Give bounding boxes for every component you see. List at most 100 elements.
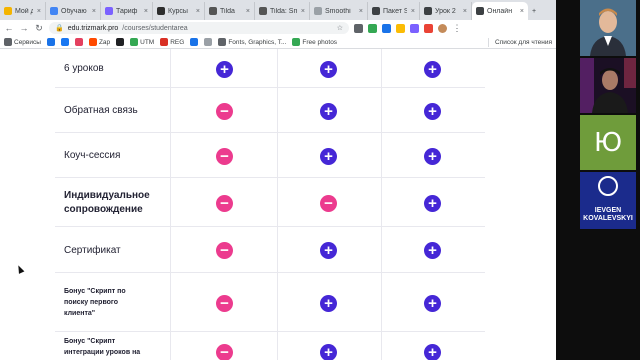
bookmark-label: Zap: [98, 38, 111, 46]
included-plus-icon: +: [424, 344, 441, 360]
included-plus-icon: +: [424, 103, 441, 120]
bookmark-label: Fonts, Graphics, T...: [228, 38, 287, 46]
feature-label: Обратная связь: [64, 105, 138, 116]
page-icon: [476, 7, 484, 15]
included-plus-icon: +: [424, 195, 441, 212]
close-tab-icon[interactable]: ×: [301, 8, 305, 15]
feature-label: Коуч-сессия: [64, 150, 121, 161]
bookmark-icon: [130, 38, 139, 46]
bookmark-item[interactable]: [204, 38, 213, 46]
bookmark-icon: [160, 38, 169, 46]
forward-icon[interactable]: →: [19, 23, 29, 33]
bookmark-item[interactable]: Free photos: [292, 38, 337, 46]
browser-tab[interactable]: Мой дис ×: [0, 2, 46, 20]
tab-title: Пакет S: [383, 7, 407, 15]
page-icon: [314, 7, 322, 15]
profile-avatar[interactable]: [438, 23, 447, 33]
browser-tab[interactable]: Smoothi ×: [310, 2, 368, 20]
page-icon: [372, 7, 380, 15]
extension-icon[interactable]: [410, 23, 419, 33]
menu-icon[interactable]: ⋮: [452, 23, 462, 34]
browser-tab[interactable]: Tilda: Sm ×: [255, 2, 310, 20]
extension-icon[interactable]: [368, 23, 377, 33]
close-tab-icon[interactable]: ×: [411, 8, 415, 15]
browser-tab[interactable]: Урок 2 ×: [420, 2, 472, 20]
star-icon[interactable]: ☆: [337, 24, 343, 32]
participant-tile[interactable]: Ю: [580, 115, 636, 170]
bookmark-item[interactable]: Сервисы: [4, 38, 41, 46]
bookmark-label: Free photos: [302, 38, 338, 46]
extension-icon[interactable]: [354, 23, 363, 33]
bookmark-item[interactable]: Fonts, Graphics, T...: [218, 38, 286, 46]
participant-camera-icon: [580, 58, 636, 113]
reload-icon[interactable]: ↻: [34, 23, 44, 34]
lock-icon: 🔒: [55, 25, 64, 32]
page-icon: [157, 7, 165, 15]
extension-icon[interactable]: [382, 23, 391, 33]
bookmark-label: REG: [170, 38, 185, 46]
close-tab-icon[interactable]: ×: [520, 8, 524, 15]
tab-title: Онлайн: [487, 7, 513, 15]
bookmark-item[interactable]: [190, 38, 199, 46]
browser-tab[interactable]: Онлайн ×: [472, 2, 528, 20]
new-tab-button[interactable]: +: [528, 2, 540, 20]
back-icon[interactable]: ←: [4, 23, 14, 33]
tilda-icon: [209, 7, 217, 15]
close-tab-icon[interactable]: ×: [359, 8, 363, 15]
close-tab-icon[interactable]: ×: [37, 8, 41, 15]
tab-title: Обучаю: [61, 7, 87, 15]
bookmark-item[interactable]: Zap: [88, 38, 111, 46]
table-row: Сертификат − + +: [55, 227, 485, 273]
close-tab-icon[interactable]: ×: [144, 8, 148, 15]
excluded-minus-icon: −: [216, 148, 233, 165]
bookmark-item[interactable]: [46, 38, 55, 46]
bookmarks-bar: Сервисы Zap UTM REG Fonts, Graphics, T... Fre…: [0, 36, 556, 49]
table-row: Коуч-сессия − + +: [55, 133, 485, 178]
tab-title: Мой дис: [15, 7, 33, 15]
feature-label: Бонус "Скрипт интеграции уроков на: [64, 338, 141, 356]
included-plus-icon: +: [320, 295, 337, 312]
tab-title: Курсы: [168, 7, 188, 15]
bookmark-item[interactable]: [74, 38, 83, 46]
included-plus-icon: +: [424, 295, 441, 312]
browser-tab[interactable]: Тариф ×: [101, 2, 153, 20]
included-plus-icon: +: [320, 242, 337, 259]
bookmark-icon: [292, 38, 301, 46]
participant-tile[interactable]: IEVGEN KOVALEVSKYI: [580, 172, 636, 229]
close-tab-icon[interactable]: ×: [246, 8, 250, 15]
tab-title: Tilda: [220, 7, 235, 15]
mouse-cursor: [15, 264, 25, 274]
browser-tab[interactable]: Tilda ×: [205, 2, 255, 20]
tab-title: Tilda: Sm: [270, 7, 297, 15]
bookmark-icon: [204, 38, 213, 46]
browser-tab[interactable]: Пакет S ×: [368, 2, 420, 20]
address-bar[interactable]: 🔒 edu.trizmark.pro/courses/studentarea ☆: [49, 22, 349, 34]
close-tab-icon[interactable]: ×: [463, 8, 467, 15]
browser-tab[interactable]: Курсы ×: [153, 2, 205, 20]
bookmark-item[interactable]: REG: [160, 38, 184, 46]
participant-tile[interactable]: [580, 0, 636, 56]
table-row: Обратная связь − + +: [55, 88, 485, 133]
participant-camera-icon: [580, 0, 636, 56]
included-plus-icon: +: [320, 61, 337, 78]
bookmark-item[interactable]: [116, 38, 125, 46]
extension-icon[interactable]: [396, 23, 405, 33]
table-row: Индивидуальное сопровождение − − +: [55, 178, 485, 227]
screen: Мой дис×Обучаю×Тариф×Курсы×Tilda×Tilda: …: [0, 0, 640, 360]
logo-ring-icon: [598, 176, 618, 196]
excluded-minus-icon: −: [216, 295, 233, 312]
participant-tile[interactable]: [580, 58, 636, 113]
excluded-minus-icon: −: [216, 103, 233, 120]
table-row: Бонус "Скрипт интеграции уроков на − + +: [55, 332, 485, 360]
extension-icon[interactable]: [424, 23, 433, 33]
close-tab-icon[interactable]: ×: [196, 8, 200, 15]
included-plus-icon: +: [424, 242, 441, 259]
bookmarks-separator: [488, 37, 489, 47]
reading-list-button[interactable]: Список для чтения: [495, 39, 552, 46]
url-host: edu.trizmark.pro: [67, 24, 119, 32]
bookmark-icon: [218, 38, 227, 46]
close-tab-icon[interactable]: ×: [92, 8, 96, 15]
bookmark-item[interactable]: [60, 38, 69, 46]
bookmark-item[interactable]: UTM: [130, 38, 154, 46]
browser-tab[interactable]: Обучаю ×: [46, 2, 101, 20]
